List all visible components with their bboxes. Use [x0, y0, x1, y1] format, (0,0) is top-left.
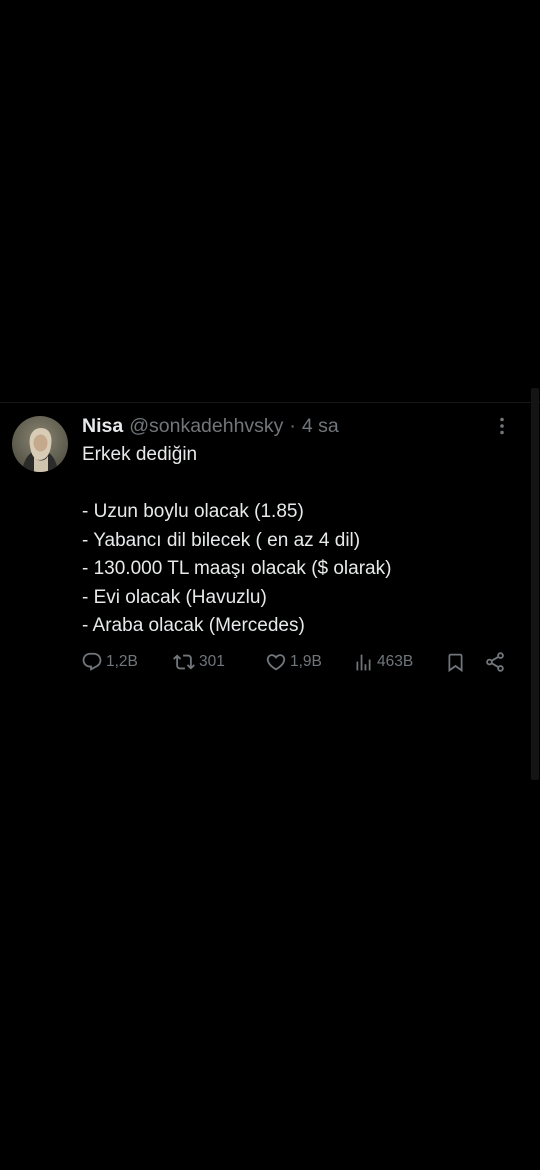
bookmark-icon [448, 653, 463, 672]
retweet-count: 301 [199, 653, 225, 670]
share-icon [486, 652, 504, 672]
tweet-text-item: - Yabancı dil bilecek ( en az 4 dil) [82, 529, 361, 551]
views-count: 463B [377, 653, 414, 670]
avatar[interactable] [12, 416, 68, 472]
bookmark-button[interactable] [445, 651, 466, 673]
views-chart-icon [356, 654, 371, 670]
reply-count: 1,2B [106, 653, 138, 670]
more-options-button[interactable] [492, 416, 512, 436]
heart-icon [266, 654, 286, 671]
like-button[interactable]: 1,9B [265, 651, 322, 673]
tweet-text-item: - 130.000 TL maaşı olacak ($ olarak) [82, 558, 392, 579]
views-button[interactable]: 463B [353, 651, 413, 673]
reply-button[interactable]: 1,2B [81, 651, 138, 673]
tweet-text-item: - Araba olacak (Mercedes) [82, 615, 305, 636]
reply-icon [82, 652, 102, 671]
author-name[interactable]: Nisa [82, 414, 123, 438]
retweet-icon [173, 654, 195, 670]
tweet-time[interactable]: 4 sa [302, 414, 339, 438]
tweet-text: Erkek dediğin - Uzun boylu olacak (1.85)… [82, 441, 522, 641]
like-count: 1,9B [290, 653, 322, 670]
author-handle[interactable]: @sonkadehhvsky [129, 414, 283, 438]
tweet-text-item: - Evi olacak (Havuzlu) [82, 586, 267, 608]
retweet-button[interactable]: 301 [172, 651, 225, 673]
tweet-text-intro: Erkek dediğin [82, 444, 198, 465]
share-button[interactable] [484, 651, 506, 673]
more-vertical-icon [500, 417, 504, 435]
header-separator: · [289, 415, 296, 437]
tweet-text-item: - Uzun boylu olacak (1.85) [82, 501, 304, 522]
tweet[interactable]: Nisa @sonkadehhvsky · 4 sa Erkek dediğin… [0, 403, 540, 693]
tweet-header: Nisa @sonkadehhvsky · 4 sa [82, 414, 339, 438]
